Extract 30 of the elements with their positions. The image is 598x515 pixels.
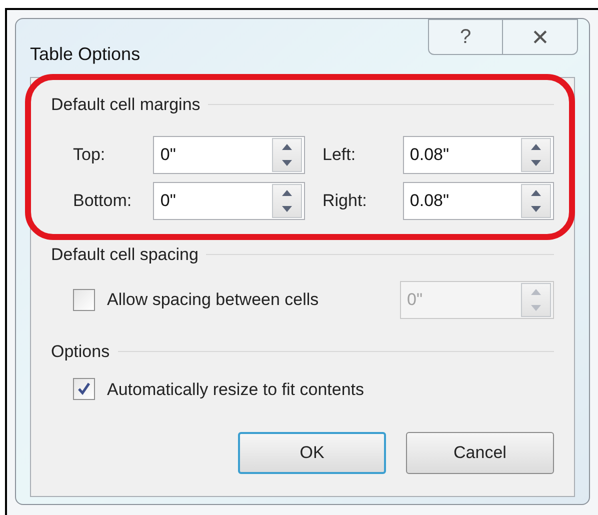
checkbox[interactable] — [73, 378, 95, 400]
field-label: Top: — [73, 144, 106, 166]
spin-field: 0" — [400, 281, 554, 319]
down-arrow-icon[interactable] — [282, 206, 292, 212]
up-arrow-icon[interactable] — [531, 144, 541, 150]
down-arrow-icon[interactable] — [531, 160, 541, 166]
up-arrow-icon[interactable] — [531, 190, 541, 196]
field-label: Bottom: — [73, 190, 133, 212]
spin-field[interactable]: 0" — [153, 182, 304, 220]
down-arrow-icon[interactable] — [531, 206, 541, 212]
up-arrow-icon[interactable] — [282, 190, 292, 196]
down-arrow-icon[interactable] — [282, 160, 292, 166]
up-arrow-icon[interactable] — [282, 144, 292, 150]
group-heading: Options — [51, 341, 110, 363]
close-button[interactable]: ✕ — [503, 19, 578, 55]
field-label: Right: — [322, 190, 368, 212]
cancel-button[interactable]: Cancel — [406, 432, 554, 474]
spin-field[interactable]: 0.08" — [402, 182, 554, 220]
help-button[interactable]: ? — [428, 19, 503, 55]
spin-field[interactable]: 0.08" — [402, 136, 554, 174]
ok-button[interactable]: OK — [238, 432, 386, 474]
checkbox-label: Automatically resize to fit contents — [107, 378, 364, 400]
check-icon — [77, 382, 91, 396]
group-heading: Default cell spacing — [51, 244, 198, 266]
checkbox[interactable] — [73, 289, 95, 311]
window-title: Table Options — [30, 43, 140, 66]
field-label: Left: — [322, 144, 357, 166]
checkbox-label: Allow spacing between cells — [107, 289, 319, 312]
spin-field[interactable]: 0" — [153, 136, 304, 174]
group-heading: Default cell margins — [51, 94, 200, 116]
